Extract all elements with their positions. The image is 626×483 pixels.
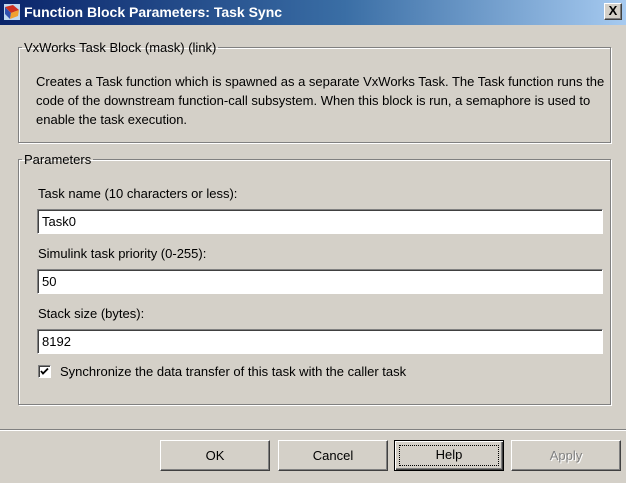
- stack-size-label: Stack size (bytes):: [38, 306, 145, 321]
- close-icon: X: [608, 3, 618, 18]
- task-name-label: Task name (10 characters or less):: [38, 186, 238, 201]
- help-button[interactable]: Help: [394, 440, 504, 471]
- mask-group-legend: VxWorks Task Block (mask) (link): [24, 40, 217, 55]
- synchronize-checkbox[interactable]: [38, 365, 51, 378]
- apply-button[interactable]: Apply: [511, 440, 621, 471]
- ok-button[interactable]: OK: [160, 440, 270, 471]
- block-description: Creates a Task function which is spawned…: [36, 74, 605, 127]
- window-title: Function Block Parameters: Task Sync: [24, 4, 283, 20]
- priority-label: Simulink task priority (0-255):: [38, 246, 207, 261]
- priority-input[interactable]: [37, 269, 603, 294]
- close-button[interactable]: X: [604, 3, 622, 20]
- checkmark-icon: [40, 367, 49, 375]
- parameters-group-legend: Parameters: [24, 152, 92, 167]
- stack-size-input[interactable]: [37, 329, 603, 354]
- title-bar[interactable]: Function Block Parameters: Task Sync X: [0, 0, 626, 25]
- simulink-app-icon: [4, 4, 20, 20]
- button-divider: [0, 429, 626, 431]
- synchronize-label: Synchronize the data transfer of this ta…: [60, 364, 407, 379]
- task-name-input[interactable]: [37, 209, 603, 234]
- help-button-label: Help: [435, 447, 463, 462]
- cancel-button[interactable]: Cancel: [278, 440, 388, 471]
